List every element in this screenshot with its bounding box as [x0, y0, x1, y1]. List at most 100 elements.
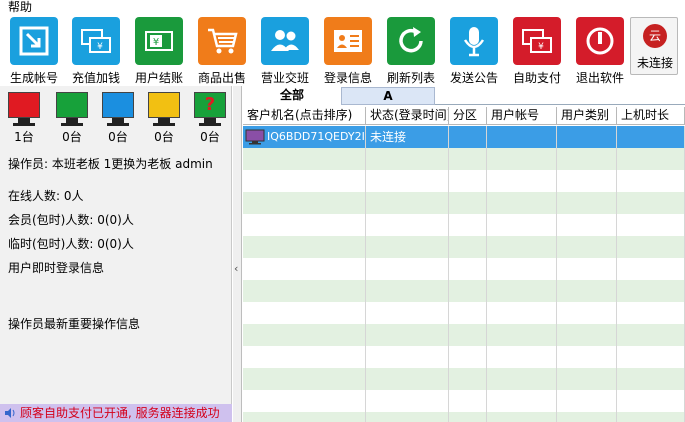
empty-cell [366, 148, 449, 170]
empty-cell [557, 258, 617, 280]
empty-cell [243, 412, 366, 422]
empty-table-row [243, 214, 685, 236]
checkout-button[interactable]: ¥ 用户结账 [129, 17, 189, 87]
panel-splitter[interactable]: ‹ [233, 86, 242, 422]
tab-a[interactable]: A [341, 87, 435, 105]
monitor-yellow-icon[interactable] [148, 92, 180, 128]
table-row[interactable]: IQ6BDD71QEDY2I1 未连接 [243, 126, 685, 148]
empty-cell [449, 258, 487, 280]
generate-account-icon [10, 17, 58, 65]
login-info-button[interactable]: 登录信息 [318, 17, 378, 87]
empty-cell [366, 280, 449, 302]
generate-account-button[interactable]: 生成帐号 [4, 17, 64, 87]
empty-cell [617, 148, 685, 170]
empty-cell [449, 346, 487, 368]
empty-cell [449, 280, 487, 302]
empty-cell [243, 302, 366, 324]
monitor-count: 0台 [154, 130, 174, 144]
empty-cell [449, 302, 487, 324]
shopping-cart-icon [198, 17, 246, 65]
operator-log-heading: 操作员最新重要操作信息 [8, 317, 141, 331]
online-count: 在线人数: 0人 [8, 189, 84, 203]
self-pay-button[interactable]: ¥ 自助支付 [507, 17, 567, 87]
empty-cell [487, 148, 557, 170]
checkout-icon: ¥ [135, 17, 183, 65]
empty-cell [557, 214, 617, 236]
column-header[interactable]: 分区 [449, 107, 487, 125]
monitor-blue-icon[interactable] [102, 92, 134, 128]
monitor-green-icon[interactable] [56, 92, 88, 128]
empty-cell [557, 390, 617, 412]
empty-cell [243, 214, 366, 236]
tab-bar: 全部 A [243, 86, 685, 105]
empty-table-row [243, 390, 685, 412]
empty-cell [487, 302, 557, 324]
refresh-list-button[interactable]: 刷新列表 [381, 17, 441, 87]
empty-table-row [243, 148, 685, 170]
empty-cell [243, 324, 366, 346]
self-pay-icon: ¥ [513, 17, 561, 65]
empty-cell [557, 280, 617, 302]
empty-cell [487, 368, 557, 390]
power-icon [576, 17, 624, 65]
empty-cell [617, 214, 685, 236]
client-name-cell: IQ6BDD71QEDY2I1 [243, 126, 366, 148]
send-notice-button[interactable]: 发送公告 [444, 17, 504, 87]
login-info-icon [324, 17, 372, 65]
sell-goods-button[interactable]: 商品出售 [192, 17, 252, 87]
empty-cell [617, 368, 685, 390]
empty-cell [557, 324, 617, 346]
empty-table-row [243, 302, 685, 324]
menu-bar: 帮助 [0, 0, 685, 14]
empty-cell [557, 148, 617, 170]
speaker-icon [5, 408, 15, 418]
status-bar: 顾客自助支付已开通, 服务器连接成功 [0, 404, 232, 422]
empty-cell [487, 346, 557, 368]
empty-cell [617, 324, 685, 346]
empty-cell [243, 192, 366, 214]
empty-table-row [243, 280, 685, 302]
column-header[interactable]: 用户帐号 [487, 107, 557, 125]
empty-cell [487, 214, 557, 236]
column-header[interactable]: 用户类别 [557, 107, 617, 125]
empty-cell [617, 192, 685, 214]
empty-cell [487, 324, 557, 346]
client-list-panel: 全部 A 客户机名(点击排序) 状态(登录时间) 分区 用户帐号 用户类别 上机… [243, 86, 685, 422]
tab-all[interactable]: 全部 [243, 87, 341, 105]
empty-cell [366, 302, 449, 324]
empty-table-row [243, 236, 685, 258]
monitor-count: 0台 [200, 130, 220, 144]
empty-cell [366, 258, 449, 280]
cloud-icon: 云 [643, 24, 667, 48]
svg-text:¥: ¥ [97, 42, 103, 52]
monitor-question-icon[interactable]: ? [194, 92, 226, 128]
cloud-status-button[interactable]: 云 未连接 [630, 17, 678, 75]
empty-cell [617, 412, 685, 422]
empty-cell [557, 346, 617, 368]
empty-table-row [243, 346, 685, 368]
empty-cell [557, 302, 617, 324]
cloud-status-label: 未连接 [636, 56, 673, 70]
empty-cell [243, 390, 366, 412]
empty-cell [617, 346, 685, 368]
exit-software-button[interactable]: 退出软件 [570, 17, 630, 87]
empty-cell [366, 192, 449, 214]
empty-cell [366, 236, 449, 258]
empty-cell [557, 368, 617, 390]
empty-cell [487, 236, 557, 258]
empty-cell [243, 280, 366, 302]
shift-handover-button[interactable]: 营业交班 [255, 17, 315, 87]
column-header[interactable]: 客户机名(点击排序) [243, 107, 366, 125]
empty-cell [366, 170, 449, 192]
recharge-button[interactable]: ¥ 充值加钱 [66, 17, 126, 87]
empty-cell [487, 390, 557, 412]
monitor-red-icon[interactable] [8, 92, 40, 128]
empty-cell [487, 170, 557, 192]
column-header[interactable]: 状态(登录时间) [366, 107, 449, 125]
empty-cell [487, 192, 557, 214]
empty-cell [449, 412, 487, 422]
menu-help[interactable]: 帮助 [8, 0, 32, 15]
collapse-arrow-icon[interactable]: ‹ [234, 262, 238, 275]
refresh-icon [387, 17, 435, 65]
column-header[interactable]: 上机时长 [617, 107, 685, 125]
